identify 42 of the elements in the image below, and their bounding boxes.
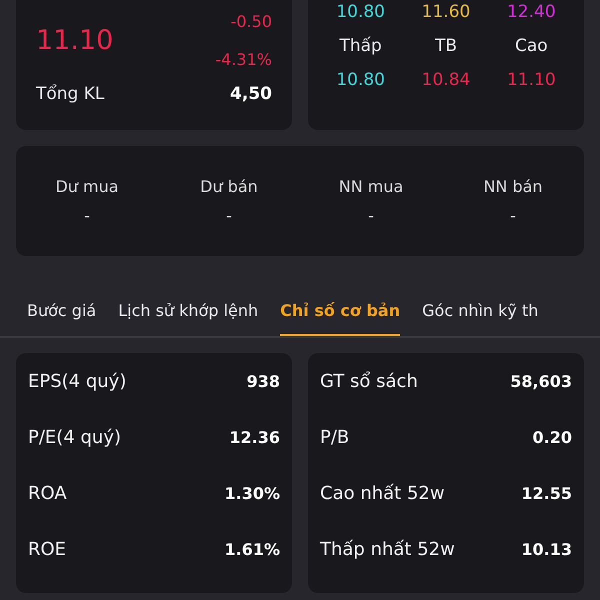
price-change: -0.50 (230, 12, 272, 30)
metric-label: P/E(4 quý) (28, 426, 121, 448)
price-value: 11.60 (420, 2, 472, 22)
volume-value: 4,50 (230, 84, 272, 104)
price-value: 11.10 (506, 70, 557, 90)
tab[interactable]: Chỉ số cơ bản (280, 296, 400, 336)
metric-label: GT sổ sách (320, 370, 418, 392)
metric-label: ROE (28, 538, 66, 560)
metric-value: 10.13 (521, 540, 572, 558)
order-label: NN mua (338, 177, 404, 196)
metric-value: 12.36 (229, 428, 280, 446)
price-value: 10.84 (420, 70, 472, 90)
order-value: - (226, 206, 232, 225)
tab[interactable]: Góc nhìn kỹ th (422, 296, 538, 336)
metric-label: ROA (28, 482, 67, 504)
metric-value: 938 (246, 372, 280, 390)
metric-label: Thấp nhất 52w (320, 538, 455, 560)
metric-label: EPS(4 quý) (28, 370, 126, 392)
metric-label: Cao nhất 52w (320, 482, 445, 504)
order-value: - (84, 206, 90, 225)
order-value: - (510, 206, 516, 225)
price-label: Cao (514, 36, 549, 56)
price-value: 10.80 (335, 2, 386, 22)
tab[interactable]: Bước giá (27, 296, 96, 336)
metric-value: 58,603 (510, 372, 572, 390)
metric-value: 12.55 (521, 484, 572, 502)
percent-change: -4.31% (215, 50, 272, 68)
order-label: NN bán (483, 177, 543, 196)
last-price: 11.10 (36, 24, 114, 56)
metric-value: 0.20 (532, 428, 572, 446)
metric-value: 1.61% (224, 540, 280, 558)
metric-value: 1.30% (224, 484, 280, 502)
order-label: Dư mua (55, 177, 119, 196)
price-label: Thấp (338, 36, 383, 56)
order-value: - (368, 206, 374, 225)
price-label: TB (434, 36, 458, 56)
metric-label: P/B (320, 426, 350, 448)
price-value: 10.80 (335, 70, 386, 90)
order-label: Dư bán (200, 177, 258, 196)
price-value: 12.40 (506, 2, 557, 22)
tab[interactable]: Lịch sử khớp lệnh (118, 296, 258, 336)
volume-label: Tổng KL (36, 84, 104, 104)
